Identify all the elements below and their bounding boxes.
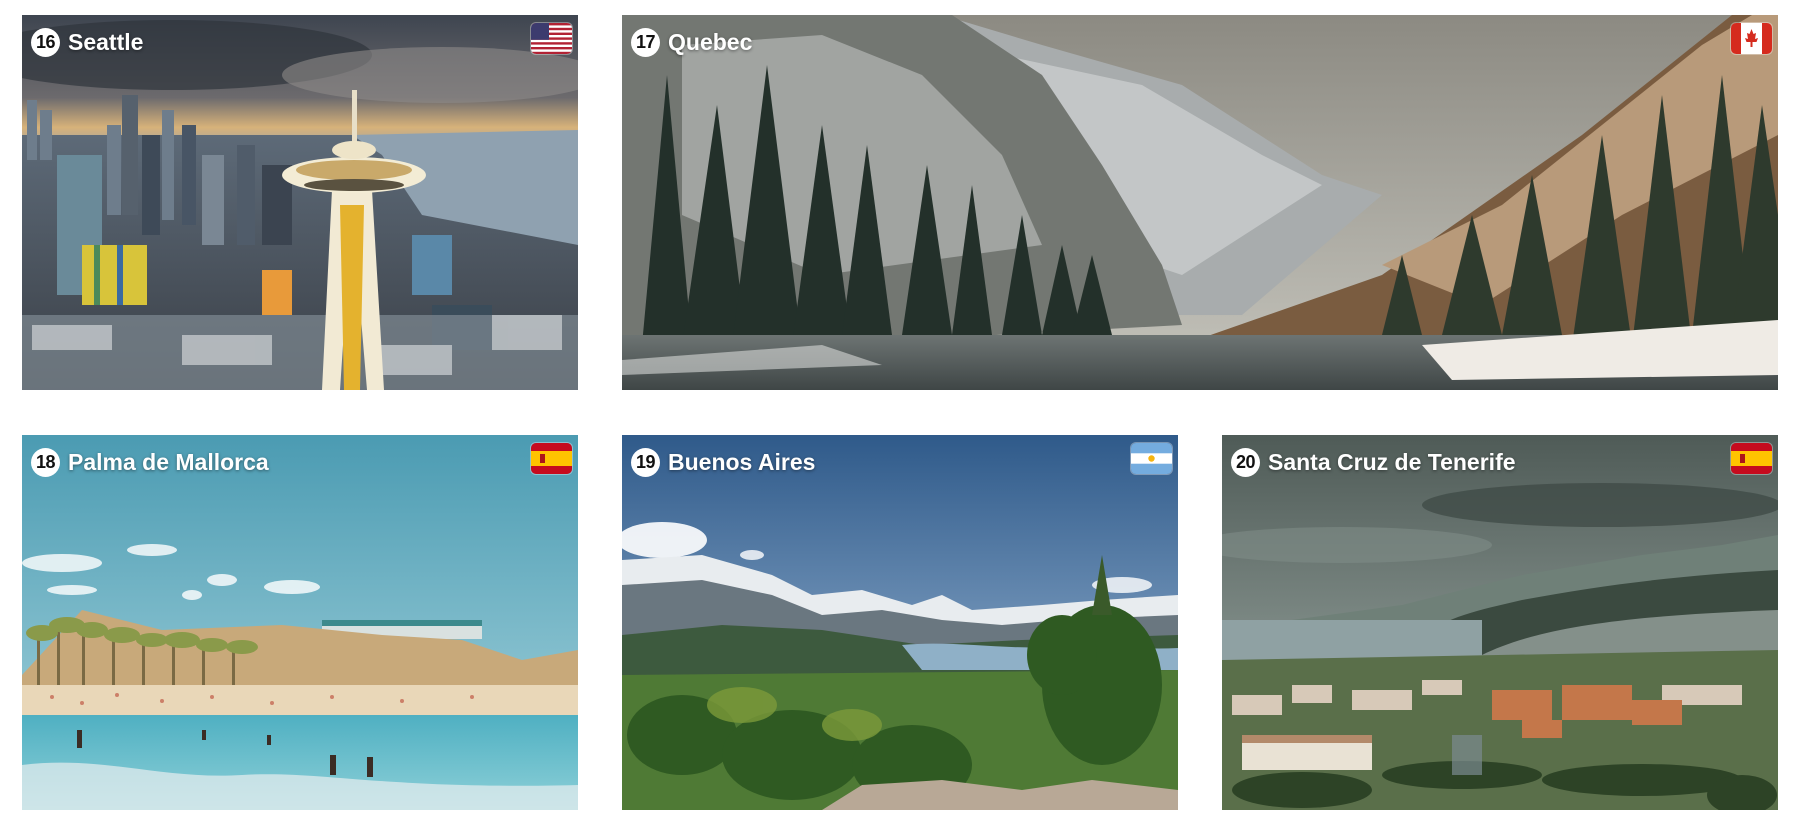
destination-card-palma-de-mallorca[interactable]: 18 Palma de Mallorca — [22, 435, 578, 810]
card-title-badge: 17 Quebec — [631, 27, 752, 57]
destination-card-santa-cruz-de-tenerife[interactable]: 20 Santa Cruz de Tenerife — [1222, 435, 1778, 810]
seattle-skyline-photo — [22, 15, 578, 390]
card-number: 20 — [1231, 447, 1260, 477]
city-name: Santa Cruz de Tenerife — [1268, 448, 1516, 475]
buenos-aires-landscape-photo — [622, 435, 1178, 810]
city-name: Palma de Mallorca — [68, 448, 269, 475]
card-number: 16 — [31, 27, 60, 57]
card-number: 19 — [631, 447, 660, 477]
spain-flag-icon — [531, 443, 572, 474]
spain-flag-icon — [1731, 443, 1772, 474]
city-name: Quebec — [668, 28, 753, 55]
destination-card-quebec[interactable]: 17 Quebec — [622, 15, 1778, 390]
card-title-badge: 16 Seattle — [31, 27, 143, 57]
us-flag-icon — [531, 23, 572, 54]
tenerife-coast-photo — [1222, 435, 1778, 810]
city-name: Buenos Aires — [668, 448, 816, 475]
card-title-badge: 19 Buenos Aires — [631, 447, 815, 477]
canada-flag-icon — [1731, 23, 1772, 54]
card-number: 17 — [631, 27, 660, 57]
card-title-badge: 18 Palma de Mallorca — [31, 447, 269, 477]
quebec-mountain-lake-photo — [622, 15, 1778, 390]
destination-card-seattle[interactable]: 16 Seattle — [22, 15, 578, 390]
destination-card-buenos-aires[interactable]: 19 Buenos Aires — [622, 435, 1178, 810]
city-name: Seattle — [68, 28, 144, 55]
argentina-flag-icon — [1131, 443, 1172, 474]
palma-beach-photo — [22, 435, 578, 810]
card-number: 18 — [31, 447, 60, 477]
card-title-badge: 20 Santa Cruz de Tenerife — [1231, 447, 1516, 477]
